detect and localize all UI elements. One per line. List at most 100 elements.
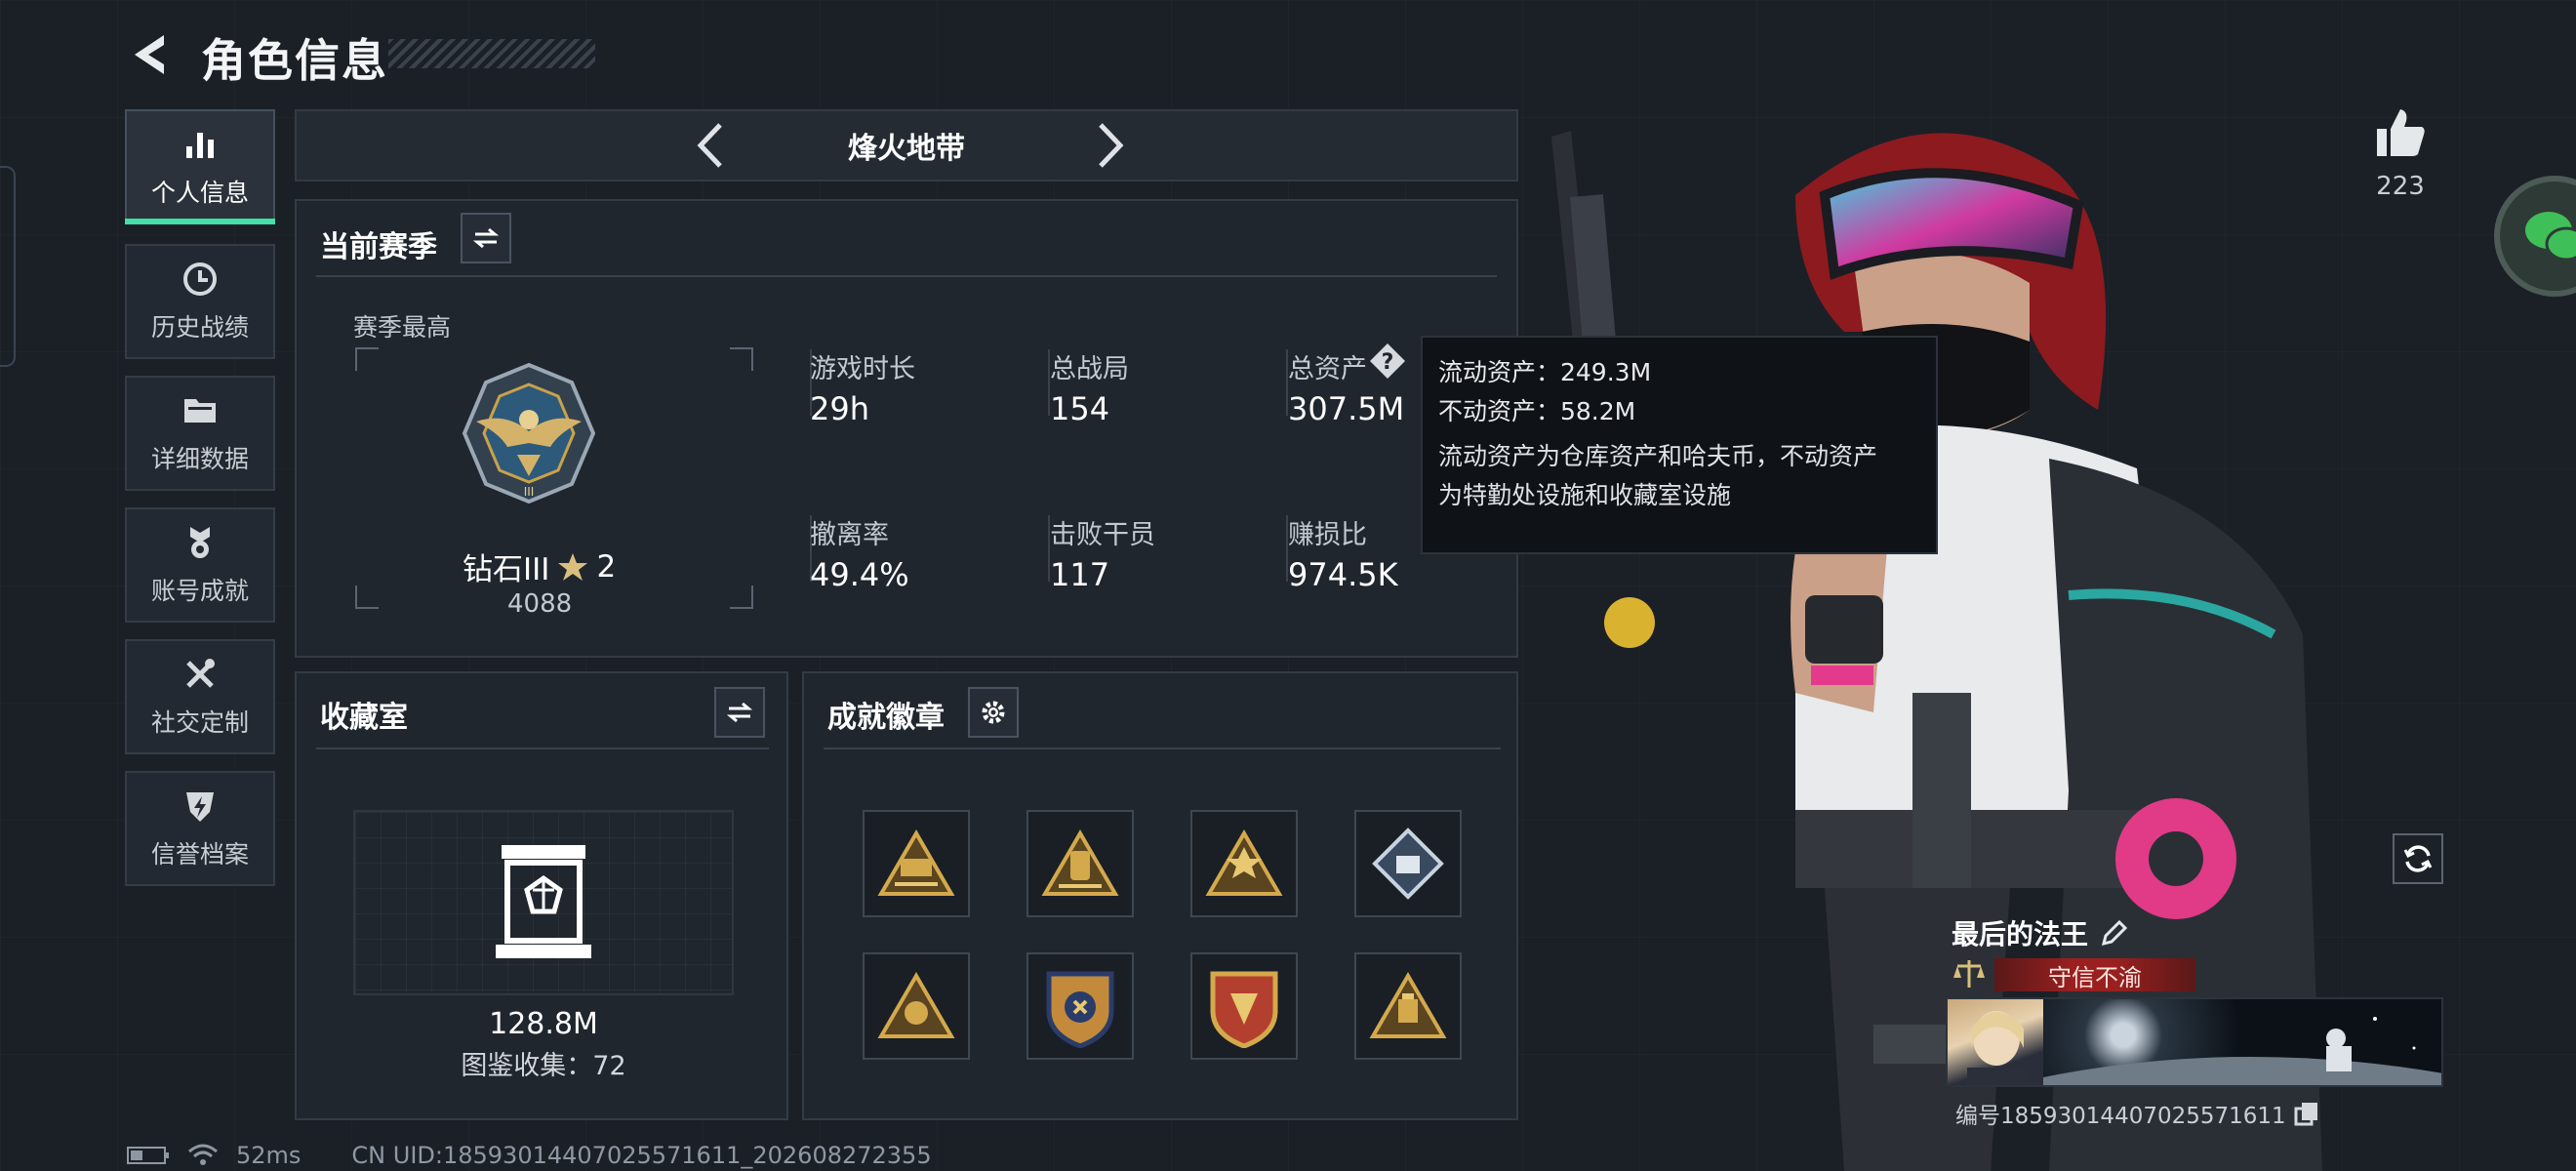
asset-tooltip: 流动资产：249.3M 不动资产：58.2M 流动资产为仓库资产和哈夫币，不动资… <box>1421 336 1938 554</box>
stat-label: 总战局 <box>1050 354 1129 384</box>
triangle-badge-icon <box>1369 972 1447 1038</box>
achievements-panel-title: 成就徽章 <box>827 701 945 735</box>
collection-panel-title: 收藏室 <box>320 701 408 735</box>
sidebar-item-history[interactable]: 历史战绩 <box>125 244 275 359</box>
achievement-badge[interactable] <box>1190 810 1298 917</box>
folder-icon <box>184 399 216 423</box>
stat-label: 游戏时长 <box>810 354 915 384</box>
tooltip-liquid-assets: 流动资产：249.3M <box>1438 358 1652 386</box>
triangle-badge-icon <box>877 829 955 896</box>
sidebar-item-label: 历史战绩 <box>150 313 249 342</box>
achievement-badge[interactable] <box>863 952 970 1060</box>
stat-value: 49.4% <box>810 556 909 593</box>
rank-emblem-icon: III <box>462 362 596 505</box>
player-name-row: 最后的法王 <box>1952 911 2229 954</box>
collection-switch-button[interactable] <box>714 687 765 738</box>
achievements-settings-button[interactable] <box>968 687 1019 738</box>
player-name: 最后的法王 <box>1952 918 2089 950</box>
stat-label: 赚损比 <box>1288 520 1367 550</box>
star-icon <box>558 552 588 581</box>
battery-icon <box>127 1147 169 1164</box>
collection-catalog: 图鉴收集：72 <box>461 1051 626 1081</box>
tooltip-fixed-assets: 不动资产：58.2M <box>1438 397 1636 425</box>
shield-bolt-icon <box>186 792 214 822</box>
divider <box>824 747 1501 749</box>
clock-icon <box>183 262 217 296</box>
medal-icon <box>190 527 210 558</box>
frame-corner <box>730 586 753 609</box>
tooltip-description-line1: 流动资产为仓库资产和哈夫币，不动资产 <box>1438 442 1878 470</box>
sidebar-item-personal-info[interactable]: 个人信息 <box>125 109 275 224</box>
copy-icon[interactable] <box>2294 1101 2319 1126</box>
refresh-icon <box>2403 845 2433 872</box>
scales-icon <box>1952 956 1987 991</box>
wechat-icon <box>2525 212 2576 262</box>
space-banner-image <box>2043 999 2441 1085</box>
title-decoration <box>388 39 595 68</box>
swap-icon <box>472 227 500 249</box>
collection-room-panel[interactable]: 收藏室 128.8M 图鉴收集：72 <box>295 671 788 1120</box>
frame-corner <box>730 347 753 371</box>
achievement-badge[interactable] <box>1354 810 1462 917</box>
achievement-badge[interactable] <box>1026 952 1134 1060</box>
chevron-left-icon[interactable] <box>683 115 742 176</box>
sidebar-item-label: 账号成就 <box>150 577 249 605</box>
divider <box>316 275 1497 277</box>
like-count: 223 <box>2376 172 2425 201</box>
season-panel-title: 当前赛季 <box>320 230 437 264</box>
stat-label: 总资产 <box>1288 354 1367 384</box>
stat-value: 154 <box>1050 390 1110 427</box>
sidebar-item-label: 社交定制 <box>150 708 249 737</box>
swap-icon <box>726 702 753 723</box>
diamond-badge-icon <box>1372 828 1444 900</box>
chevron-right-icon[interactable] <box>1079 115 1138 176</box>
sidebar-item-social-custom[interactable]: 社交定制 <box>125 639 275 754</box>
frame-corner <box>355 586 379 609</box>
gear-icon <box>982 701 1005 724</box>
map-name: 烽火地带 <box>848 132 965 166</box>
triangle-badge-icon <box>877 972 955 1038</box>
vault-icon <box>496 845 591 958</box>
left-edge-handle[interactable] <box>0 166 16 367</box>
sidebar-item-reputation[interactable]: 信誉档案 <box>125 771 275 886</box>
profile-banner[interactable] <box>1946 997 2443 1087</box>
rank-stars: 2 <box>596 548 617 585</box>
bar-chart-icon <box>186 133 214 158</box>
avatar <box>1948 999 2043 1085</box>
asset-help-button[interactable]: ? <box>1368 342 1407 381</box>
achievement-badge[interactable] <box>863 810 970 917</box>
question-icon: ? <box>1370 343 1405 379</box>
ping-value: 52ms <box>236 1142 302 1169</box>
shield-badge-icon <box>1210 971 1278 1048</box>
shield-badge-icon <box>1046 971 1114 1048</box>
triangle-badge-icon <box>1205 829 1283 896</box>
map-selector: 烽火地带 <box>295 109 1518 182</box>
edit-pencil-icon[interactable] <box>2100 918 2129 948</box>
stat-value: 29h <box>810 390 869 427</box>
rotate-model-button[interactable] <box>2393 833 2443 884</box>
svg-text:?: ? <box>1382 350 1394 375</box>
sidebar-item-account-achievements[interactable]: 账号成就 <box>125 507 275 623</box>
thumbs-up-icon[interactable] <box>2373 105 2428 160</box>
stat-label: 击败干员 <box>1050 520 1155 550</box>
tools-icon <box>186 659 215 688</box>
achievement-badge[interactable] <box>1026 810 1134 917</box>
sidebar-item-detailed-data[interactable]: 详细数据 <box>125 376 275 491</box>
stat-value: 117 <box>1050 556 1110 593</box>
current-season-panel: 当前赛季 赛季最高 III 钻石III 2 4088 游戏时长 29h 总战局 … <box>295 199 1518 658</box>
page-title: 角色信息 <box>201 34 388 87</box>
achievement-badge[interactable] <box>1354 952 1462 1060</box>
achievement-badges-panel: 成就徽章 <box>802 671 1518 1120</box>
season-switch-button[interactable] <box>461 213 511 263</box>
achievement-badge[interactable] <box>1190 952 1298 1060</box>
divider <box>316 747 769 749</box>
season-best-label: 赛季最高 <box>353 313 452 342</box>
player-id: 编号18593014407025571611 <box>1955 1104 2286 1129</box>
collection-value: 128.8M <box>489 1007 598 1041</box>
back-arrow-icon[interactable] <box>125 29 176 80</box>
sidebar-item-label: 个人信息 <box>150 179 249 207</box>
sidebar-item-label: 详细数据 <box>150 445 249 473</box>
stat-label: 撤离率 <box>810 520 889 550</box>
status-bar: 52ms CN UID:18593014407025571611_2026082… <box>127 1142 932 1169</box>
stat-value: 307.5M <box>1288 390 1405 427</box>
